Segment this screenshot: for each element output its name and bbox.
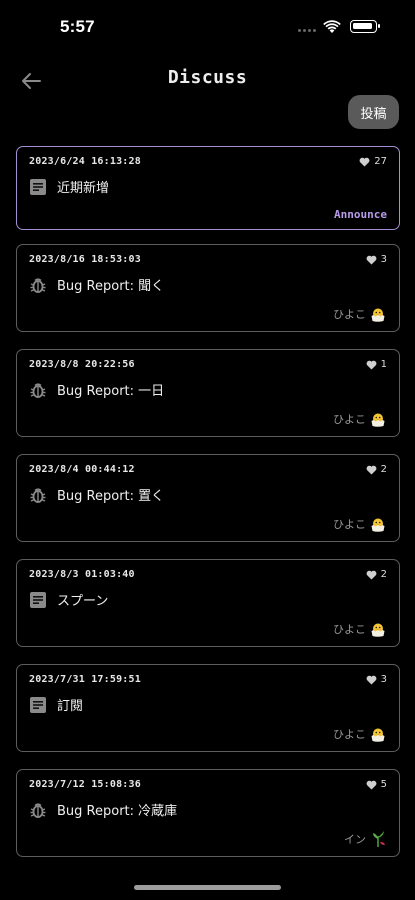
like-count-value: 2 [380, 464, 387, 475]
announce-tag: Announce [334, 208, 387, 221]
post-author[interactable]: ひよこ [333, 725, 387, 743]
post-list: 2023/6/24 16:13:28 27 近期新增 Announce 2023/8/1… [16, 146, 400, 874]
plant-avatar [369, 830, 387, 848]
post-card[interactable]: 2023/8/3 01:03:40 2 スプーンひよこ [16, 559, 400, 647]
author-name: ひよこ [333, 623, 366, 636]
post-author[interactable]: ひよこ [333, 515, 387, 533]
document-icon [29, 696, 47, 714]
post-author[interactable]: ひよこ [333, 305, 387, 323]
author-name: ひよこ [333, 728, 366, 741]
heart-icon [366, 570, 377, 580]
post-title: Bug Report: 一日 [57, 384, 165, 399]
like-count[interactable]: 5 [366, 779, 387, 790]
post-date: 2023/8/4 00:44:12 [29, 464, 135, 475]
like-count-value: 2 [380, 569, 387, 580]
like-count[interactable]: 3 [366, 254, 387, 265]
post-date: 2023/8/16 18:53:03 [29, 254, 141, 265]
author-name: ひよこ [333, 308, 366, 321]
bug-icon [29, 801, 47, 819]
post-title: 近期新增 [57, 181, 110, 196]
heart-icon [366, 780, 377, 790]
post-card[interactable]: 2023/7/12 15:08:36 5 Bug Report: 冷蔵庫イン [16, 769, 400, 857]
post-title: Bug Report: 冷蔵庫 [57, 804, 178, 819]
author-name: イン [344, 833, 366, 846]
post-card[interactable]: 2023/7/31 17:59:51 3 訂閱ひよこ [16, 664, 400, 752]
like-count-value: 3 [380, 674, 387, 685]
post-date: 2023/8/3 01:03:40 [29, 569, 135, 580]
author-name: ひよこ [333, 518, 366, 531]
heart-icon [366, 360, 377, 370]
post-title: Bug Report: 置く [57, 489, 165, 504]
post-date: 2023/7/12 15:08:36 [29, 779, 141, 790]
status-bar: 5:57 [0, 0, 415, 56]
chick-avatar [369, 515, 387, 533]
like-count[interactable]: 1 [366, 359, 387, 370]
post-button[interactable]: 投稿 [348, 95, 399, 129]
like-count-value: 5 [380, 779, 387, 790]
bug-icon [29, 276, 47, 294]
heart-icon [366, 465, 377, 475]
heart-icon [366, 255, 377, 265]
chick-avatar [369, 725, 387, 743]
cellular-signal-icon [298, 29, 318, 33]
status-time: 5:57 [60, 17, 95, 36]
document-icon [29, 591, 47, 609]
post-author[interactable]: ひよこ [333, 620, 387, 638]
post-title: Bug Report: 聞く [57, 279, 165, 294]
like-count[interactable]: 27 [359, 156, 387, 167]
like-count[interactable]: 3 [366, 674, 387, 685]
like-count-value: 1 [380, 359, 387, 370]
like-count[interactable]: 2 [366, 569, 387, 580]
post-title: スプーン [57, 594, 109, 609]
chick-avatar [369, 410, 387, 428]
post-title: 訂閱 [57, 699, 84, 714]
heart-icon [366, 675, 377, 685]
heart-icon [359, 157, 370, 167]
bug-icon [29, 381, 47, 399]
post-date: 2023/7/31 17:59:51 [29, 674, 141, 685]
like-count[interactable]: 2 [366, 464, 387, 475]
post-card[interactable]: 2023/8/8 20:22:56 1 Bug Report: 一日ひよこ [16, 349, 400, 437]
wifi-icon [323, 20, 341, 33]
page-title: Discuss [167, 67, 248, 88]
author-name: ひよこ [333, 413, 366, 426]
document-icon [29, 178, 47, 196]
home-indicator[interactable] [134, 885, 281, 890]
chick-avatar [369, 305, 387, 323]
post-author[interactable]: ひよこ [333, 410, 387, 428]
post-author[interactable]: イン [344, 830, 387, 848]
like-count-value: 27 [374, 156, 387, 167]
chick-avatar [369, 620, 387, 638]
post-date: 2023/8/8 20:22:56 [29, 359, 135, 370]
like-count-value: 3 [380, 254, 387, 265]
battery-icon [350, 20, 380, 33]
bug-icon [29, 486, 47, 504]
post-card[interactable]: 2023/6/24 16:13:28 27 近期新增 Announce [16, 146, 400, 230]
post-card[interactable]: 2023/8/16 18:53:03 3 Bug Report: 聞くひよこ [16, 244, 400, 332]
post-date: 2023/6/24 16:13:28 [29, 156, 141, 167]
post-card[interactable]: 2023/8/4 00:44:12 2 Bug Report: 置くひよこ [16, 454, 400, 542]
